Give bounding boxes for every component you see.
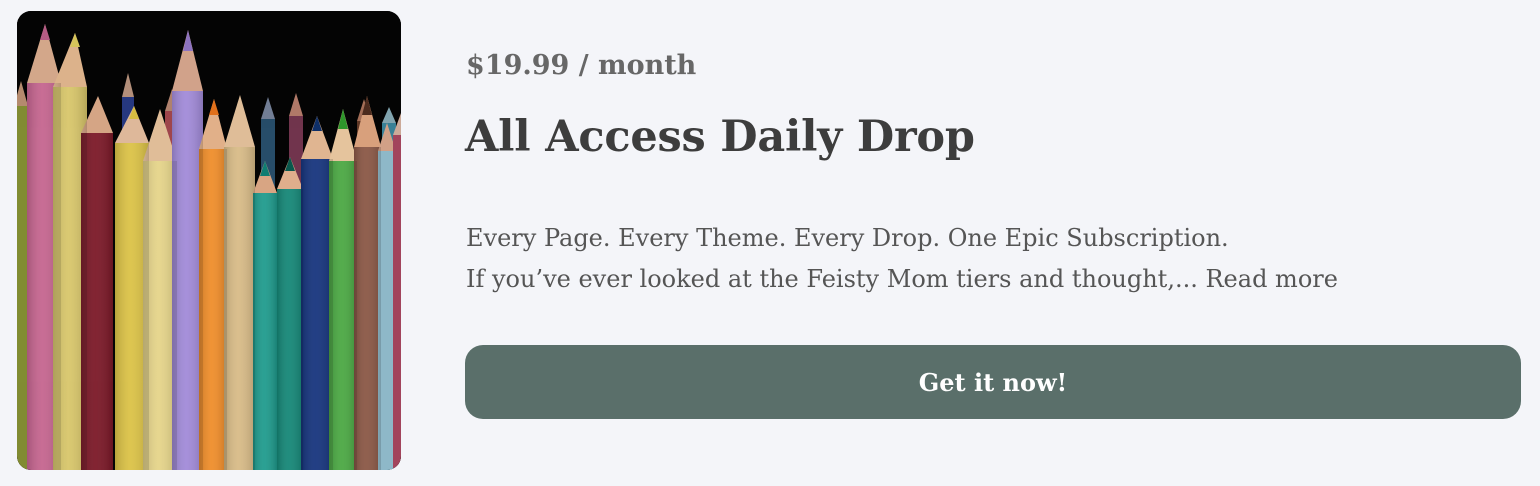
subscription-price: $19.99 / month — [466, 50, 697, 81]
description-excerpt: If you’ve ever looked at the Feisty Mom … — [466, 265, 1198, 293]
product-image[interactable] — [17, 11, 401, 470]
product-description: Every Page. Every Theme. Every Drop. One… — [466, 218, 1476, 300]
description-line-2: If you’ve ever looked at the Feisty Mom … — [466, 259, 1476, 300]
product-title[interactable]: All Access Daily Drop — [465, 112, 975, 162]
get-it-now-button[interactable]: Get it now! — [465, 345, 1521, 419]
read-more-link[interactable]: Read more — [1205, 265, 1337, 293]
colored-pencils-image — [17, 11, 401, 470]
product-card: $19.99 / month All Access Daily Drop Eve… — [0, 0, 1540, 486]
description-line-1: Every Page. Every Theme. Every Drop. One… — [466, 224, 1229, 252]
